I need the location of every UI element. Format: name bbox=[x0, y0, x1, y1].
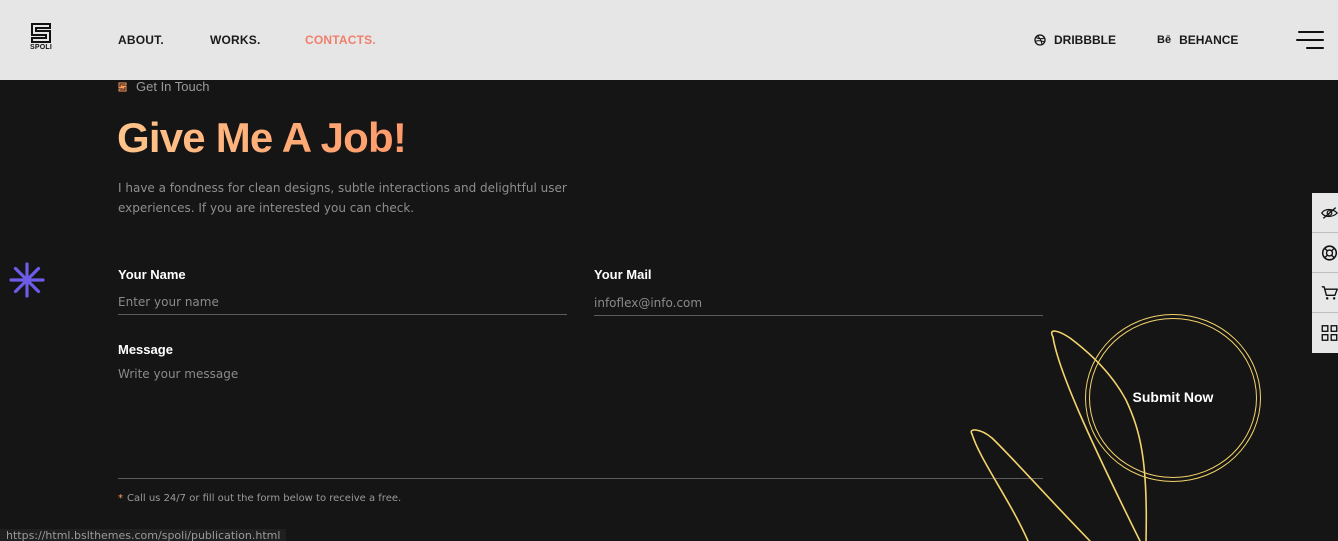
form-note: * Call us 24/7 or fill out the form below… bbox=[118, 493, 401, 504]
logo-text: SPOLI bbox=[29, 44, 52, 51]
eyebrow-text: Get In Touch bbox=[136, 79, 210, 94]
logo-mark-icon bbox=[31, 23, 51, 43]
side-btn-visibility[interactable] bbox=[1312, 193, 1338, 233]
note-star: * bbox=[118, 493, 123, 504]
social-dribbble[interactable]: DRIBBBLE bbox=[1034, 33, 1116, 47]
mail-label: Your Mail bbox=[594, 267, 652, 282]
side-btn-support[interactable] bbox=[1312, 233, 1338, 273]
social-dribbble-label: DRIBBBLE bbox=[1054, 33, 1116, 47]
name-label: Your Name bbox=[118, 267, 186, 282]
name-input[interactable] bbox=[118, 290, 567, 315]
nav-about[interactable]: ABOUT. bbox=[118, 33, 164, 47]
nav-contacts[interactable]: CONTACTS. bbox=[305, 33, 376, 47]
asterisk-icon bbox=[9, 262, 45, 303]
message-label: Message bbox=[118, 342, 173, 357]
site-header: SPOLI ABOUT. WORKS. CONTACTS. DRIBBBLE B… bbox=[0, 0, 1338, 80]
dribbble-icon bbox=[1034, 34, 1046, 46]
page-title: Give Me A Job! bbox=[117, 114, 407, 161]
cart-icon bbox=[1321, 285, 1338, 300]
mini-logo-icon bbox=[118, 82, 127, 92]
hamburger-icon[interactable] bbox=[1296, 29, 1324, 51]
intro-text: I have a fondness for clean designs, sub… bbox=[118, 181, 567, 215]
submit-button[interactable]: Submit Now bbox=[1085, 314, 1261, 482]
social-behance-label: BEHANCE bbox=[1179, 33, 1239, 47]
submit-button-label: Submit Now bbox=[1132, 389, 1214, 405]
eye-off-icon bbox=[1321, 206, 1338, 219]
section-eyebrow: Get In Touch bbox=[118, 79, 209, 94]
note-text: Call us 24/7 or fill out the form below … bbox=[127, 493, 402, 504]
nav-works[interactable]: WORKS. bbox=[210, 33, 261, 47]
message-textarea[interactable] bbox=[118, 367, 1043, 479]
side-btn-cart[interactable] bbox=[1312, 273, 1338, 313]
behance-icon: Bē bbox=[1157, 34, 1172, 46]
site-logo[interactable]: SPOLI bbox=[28, 22, 54, 54]
lifebuoy-icon bbox=[1321, 244, 1338, 261]
status-bar-url: https://html.bslthemes.com/spoli/publica… bbox=[0, 529, 287, 541]
social-behance[interactable]: Bē BEHANCE bbox=[1157, 33, 1238, 47]
side-btn-grid[interactable] bbox=[1312, 313, 1338, 353]
grid-icon bbox=[1321, 325, 1338, 341]
side-toolbar bbox=[1312, 193, 1338, 353]
